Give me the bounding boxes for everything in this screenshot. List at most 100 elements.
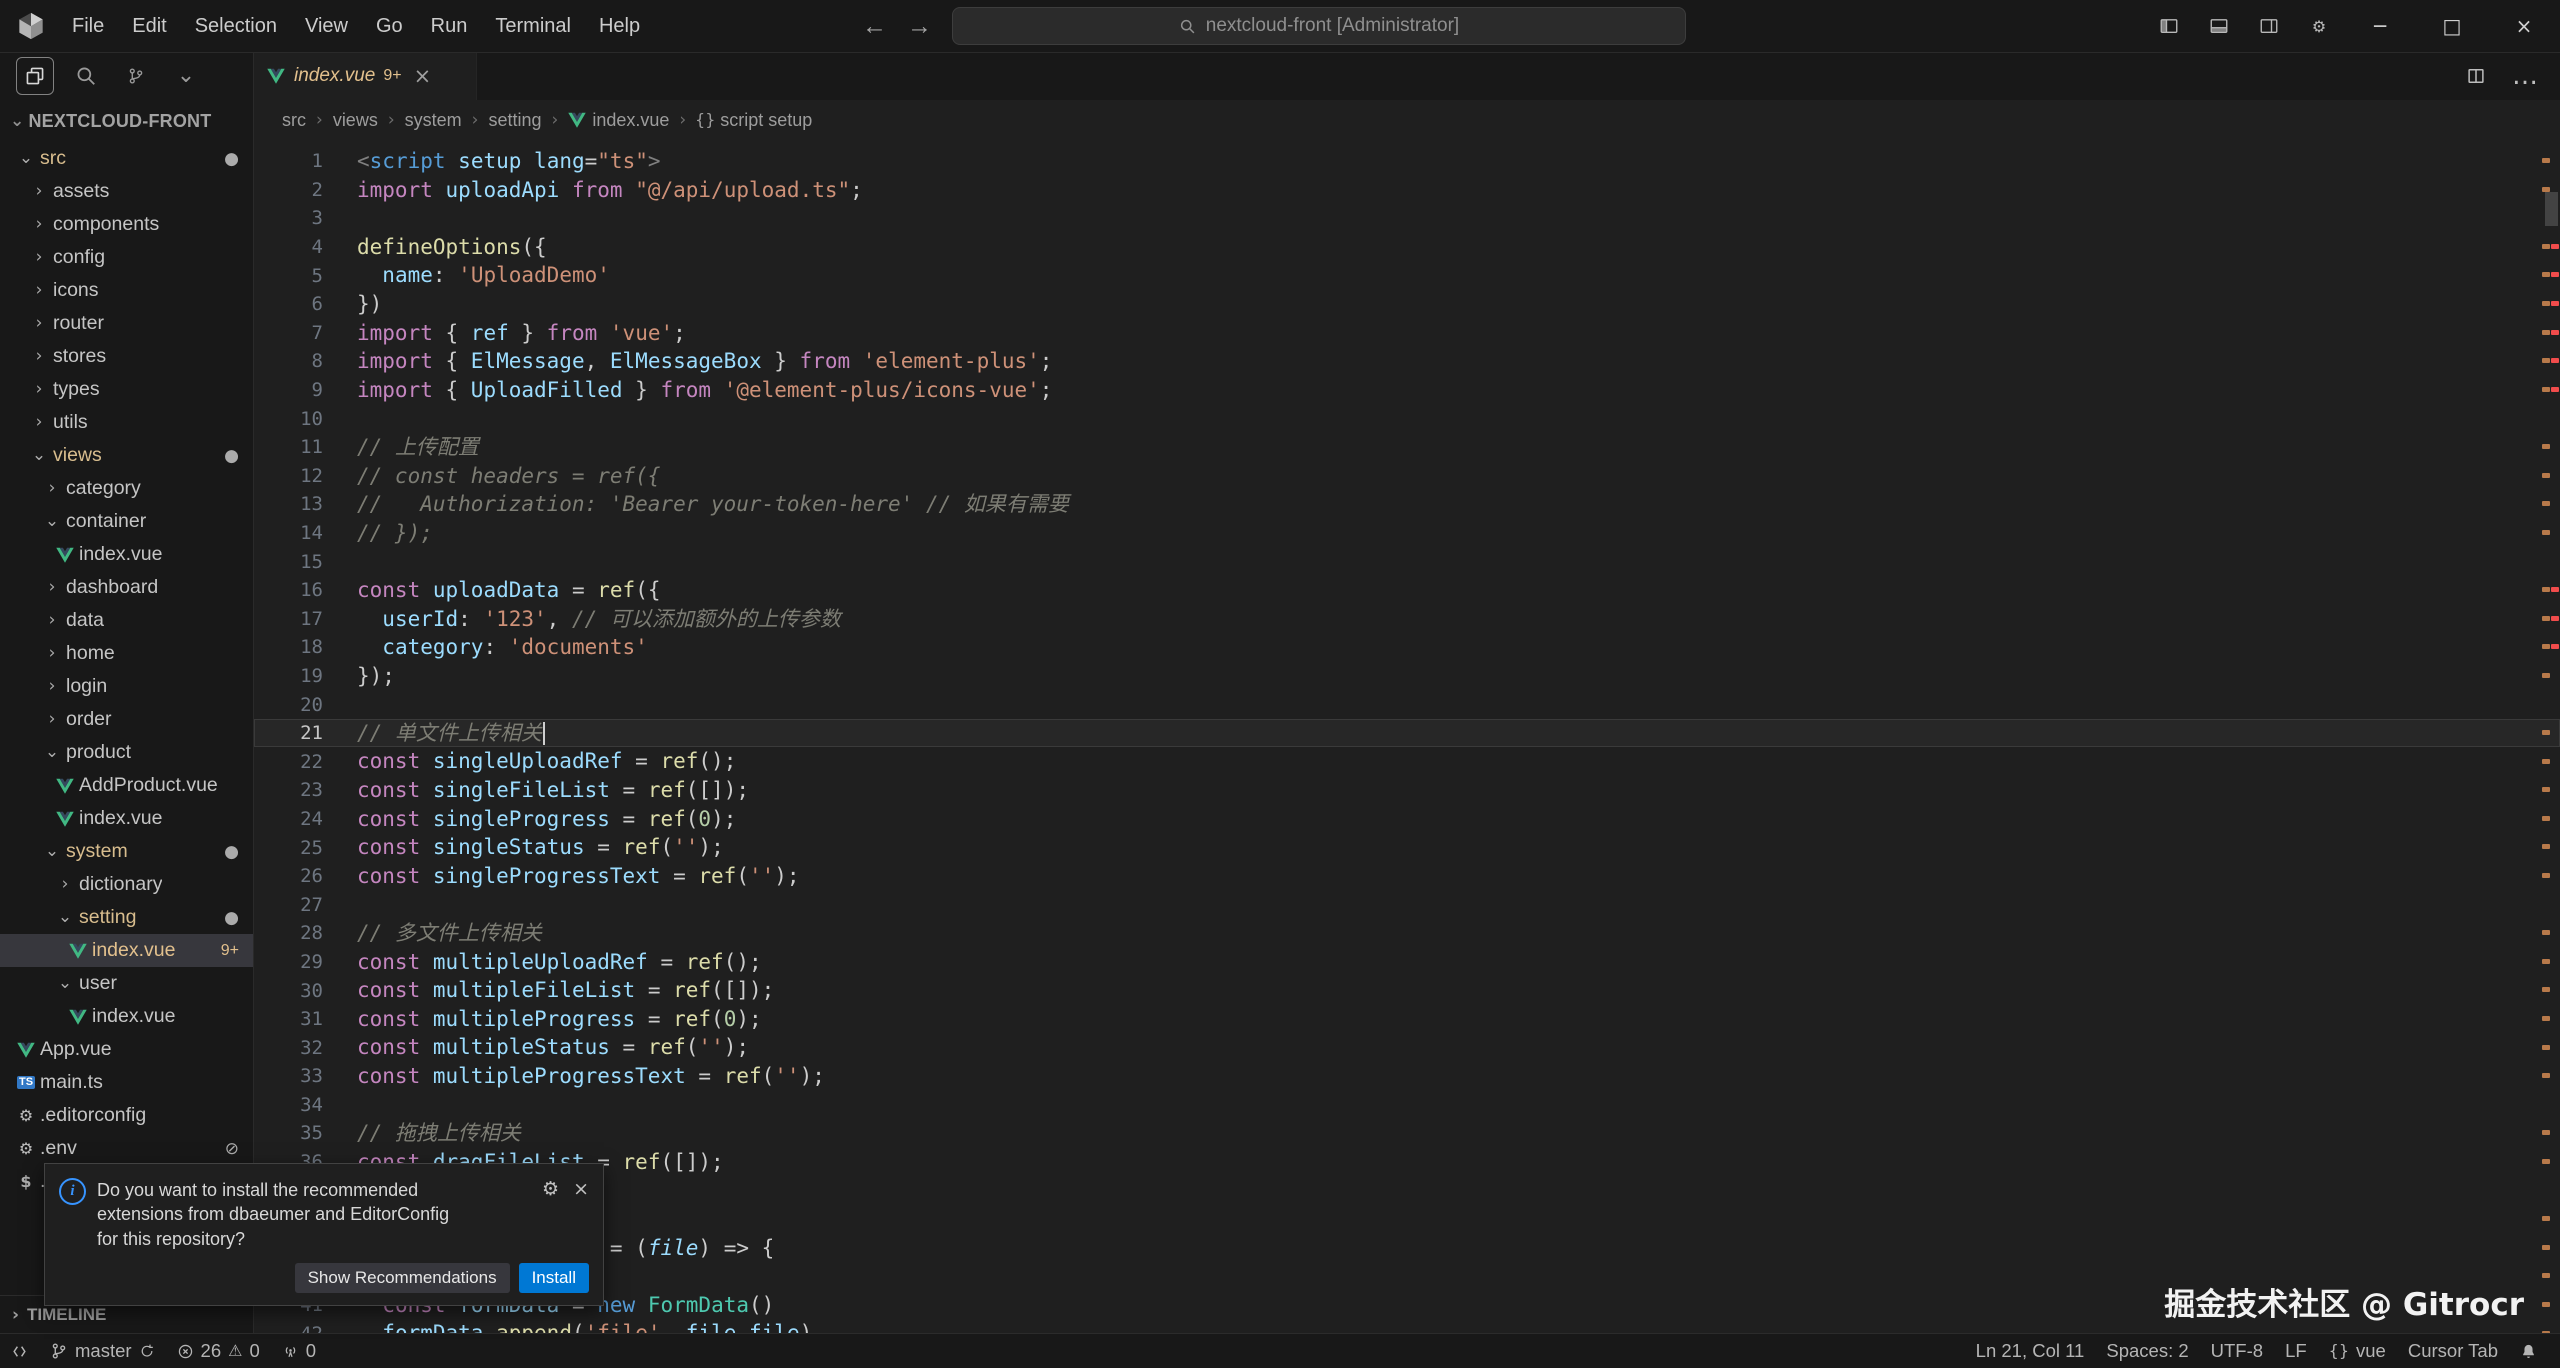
tree-item-setting[interactable]: ⌄setting●	[0, 901, 253, 934]
code-line-22[interactable]: 22const singleUploadRef = ref();	[254, 747, 2560, 776]
code-line-2[interactable]: 2import uploadApi from "@/api/upload.ts"…	[254, 176, 2560, 205]
activity-explorer[interactable]	[16, 57, 54, 95]
toggle-sidebar-icon[interactable]	[2144, 0, 2194, 52]
code-line-14[interactable]: 14// });	[254, 519, 2560, 548]
forward-arrow-icon[interactable]: →	[907, 12, 932, 41]
code-line-4[interactable]: 4defineOptions({	[254, 233, 2560, 262]
menu-help[interactable]: Help	[585, 0, 654, 52]
tree-item-user[interactable]: ⌄user	[0, 967, 253, 1000]
tree-item-product[interactable]: ⌄product	[0, 736, 253, 769]
code-line-6[interactable]: 6})	[254, 290, 2560, 319]
explorer-section-header[interactable]: ⌄ NEXTCLOUD-FRONT	[0, 100, 253, 142]
code-line-12[interactable]: 12// const headers = ref({	[254, 462, 2560, 491]
code-line-10[interactable]: 10	[254, 404, 2560, 433]
menu-file[interactable]: File	[58, 0, 118, 52]
tree-item-system[interactable]: ⌄system●	[0, 835, 253, 868]
activity-search[interactable]	[68, 58, 104, 94]
code-line-27[interactable]: 27	[254, 890, 2560, 919]
status-eol[interactable]: LF	[2274, 1334, 2318, 1368]
code-line-35[interactable]: 35// 拖拽上传相关	[254, 1119, 2560, 1148]
code-line-26[interactable]: 26const singleProgressText = ref('');	[254, 862, 2560, 891]
code-line-7[interactable]: 7import { ref } from 'vue';	[254, 319, 2560, 348]
tree-item-index.vue[interactable]: index.vue9+	[0, 934, 253, 967]
code-line-15[interactable]: 15	[254, 547, 2560, 576]
tree-item-types[interactable]: ›types	[0, 373, 253, 406]
install-button[interactable]: Install	[519, 1263, 589, 1293]
split-editor-icon[interactable]	[2466, 66, 2486, 86]
minimize-button[interactable]: ─	[2344, 0, 2416, 52]
code-line-11[interactable]: 11// 上传配置	[254, 433, 2560, 462]
notification-gear-icon[interactable]: ⚙	[542, 1178, 559, 1200]
code-line-21[interactable]: 21// 单文件上传相关	[254, 719, 2560, 748]
menu-selection[interactable]: Selection	[181, 0, 291, 52]
tree-item-data[interactable]: ›data	[0, 604, 253, 637]
scrollbar-thumb[interactable]	[2545, 192, 2558, 226]
code-line-28[interactable]: 28// 多文件上传相关	[254, 919, 2560, 948]
code-line-17[interactable]: 17 userId: '123', // 可以添加额外的上传参数	[254, 605, 2560, 634]
tree-item-config[interactable]: ›config	[0, 241, 253, 274]
breadcrumb-views[interactable]: views	[333, 110, 378, 131]
code-line-23[interactable]: 23const singleFileList = ref([]);	[254, 776, 2560, 805]
tree-item-.env[interactable]: ⚙.env⊘	[0, 1132, 253, 1165]
tree-item-index.vue[interactable]: index.vue	[0, 538, 253, 571]
menu-edit[interactable]: Edit	[118, 0, 180, 52]
status-cursor-position[interactable]: Ln 21, Col 11	[1965, 1334, 2096, 1368]
code-line-13[interactable]: 13// Authorization: 'Bearer your-token-h…	[254, 490, 2560, 519]
tree-item-stores[interactable]: ›stores	[0, 340, 253, 373]
status-ports[interactable]: 0	[271, 1334, 327, 1368]
menu-run[interactable]: Run	[417, 0, 482, 52]
breadcrumb-setting[interactable]: setting	[488, 110, 541, 131]
status-notifications-bell[interactable]	[2509, 1334, 2548, 1368]
code-line-16[interactable]: 16const uploadData = ref({	[254, 576, 2560, 605]
activity-more-views[interactable]: ⌄	[168, 58, 204, 94]
code-line-30[interactable]: 30const multipleFileList = ref([]);	[254, 976, 2560, 1005]
tree-item-order[interactable]: ›order	[0, 703, 253, 736]
breadcrumb-src[interactable]: src	[282, 110, 306, 131]
close-window-button[interactable]: ×	[2488, 0, 2560, 52]
breadcrumb-script-setup[interactable]: {}script setup	[696, 110, 812, 131]
menu-terminal[interactable]: Terminal	[481, 0, 585, 52]
code-line-3[interactable]: 3	[254, 204, 2560, 233]
status-indentation[interactable]: Spaces: 2	[2095, 1334, 2199, 1368]
notification-close-icon[interactable]: ×	[573, 1178, 589, 1200]
code-line-1[interactable]: 1<script setup lang="ts">	[254, 147, 2560, 176]
tab-close-icon[interactable]: ×	[414, 64, 432, 88]
tree-item-home[interactable]: ›home	[0, 637, 253, 670]
show-recommendations-button[interactable]: Show Recommendations	[295, 1263, 510, 1293]
code-line-9[interactable]: 9import { UploadFilled } from '@element-…	[254, 376, 2560, 405]
toggle-panel-icon[interactable]	[2194, 0, 2244, 52]
command-center-search[interactable]: nextcloud-front [Administrator]	[952, 7, 1686, 45]
back-arrow-icon[interactable]: ←	[862, 12, 887, 41]
tree-item-container[interactable]: ⌄container	[0, 505, 253, 538]
code-line-33[interactable]: 33const multipleProgressText = ref('');	[254, 1062, 2560, 1091]
code-line-18[interactable]: 18 category: 'documents'	[254, 633, 2560, 662]
tree-item-.editorconfig[interactable]: ⚙.editorconfig	[0, 1099, 253, 1132]
tree-item-App.vue[interactable]: App.vue	[0, 1033, 253, 1066]
code-line-8[interactable]: 8import { ElMessage, ElMessageBox } from…	[254, 347, 2560, 376]
customize-layout-gear-icon[interactable]: ⚙	[2294, 0, 2344, 52]
code-line-5[interactable]: 5 name: 'UploadDemo'	[254, 261, 2560, 290]
breadcrumb-index.vue[interactable]: index.vue	[568, 110, 669, 131]
tree-item-views[interactable]: ⌄views●	[0, 439, 253, 472]
status-remote-indicator[interactable]	[0, 1334, 39, 1368]
status-language-mode[interactable]: {}vue	[2318, 1334, 2397, 1368]
tree-item-src[interactable]: ⌄src●	[0, 142, 253, 175]
activity-source-control[interactable]	[118, 58, 154, 94]
tab-index-vue[interactable]: index.vue 9+ ×	[254, 52, 477, 100]
tree-item-main.ts[interactable]: TSmain.ts	[0, 1066, 253, 1099]
status-problems[interactable]: 26⚠0	[166, 1334, 271, 1368]
code-line-31[interactable]: 31const multipleProgress = ref(0);	[254, 1005, 2560, 1034]
tree-item-login[interactable]: ›login	[0, 670, 253, 703]
tree-item-dashboard[interactable]: ›dashboard	[0, 571, 253, 604]
more-actions-icon[interactable]: …	[2512, 61, 2538, 91]
tree-item-icons[interactable]: ›icons	[0, 274, 253, 307]
code-line-25[interactable]: 25const singleStatus = ref('');	[254, 833, 2560, 862]
code-line-20[interactable]: 20	[254, 690, 2560, 719]
status-encoding[interactable]: UTF-8	[2200, 1334, 2274, 1368]
code-line-24[interactable]: 24const singleProgress = ref(0);	[254, 805, 2560, 834]
tree-item-index.vue[interactable]: index.vue	[0, 1000, 253, 1033]
toggle-secondary-sidebar-icon[interactable]	[2244, 0, 2294, 52]
status-branch[interactable]: master	[39, 1334, 166, 1368]
tree-item-utils[interactable]: ›utils	[0, 406, 253, 439]
status-cursor-tab[interactable]: Cursor Tab	[2397, 1334, 2509, 1368]
